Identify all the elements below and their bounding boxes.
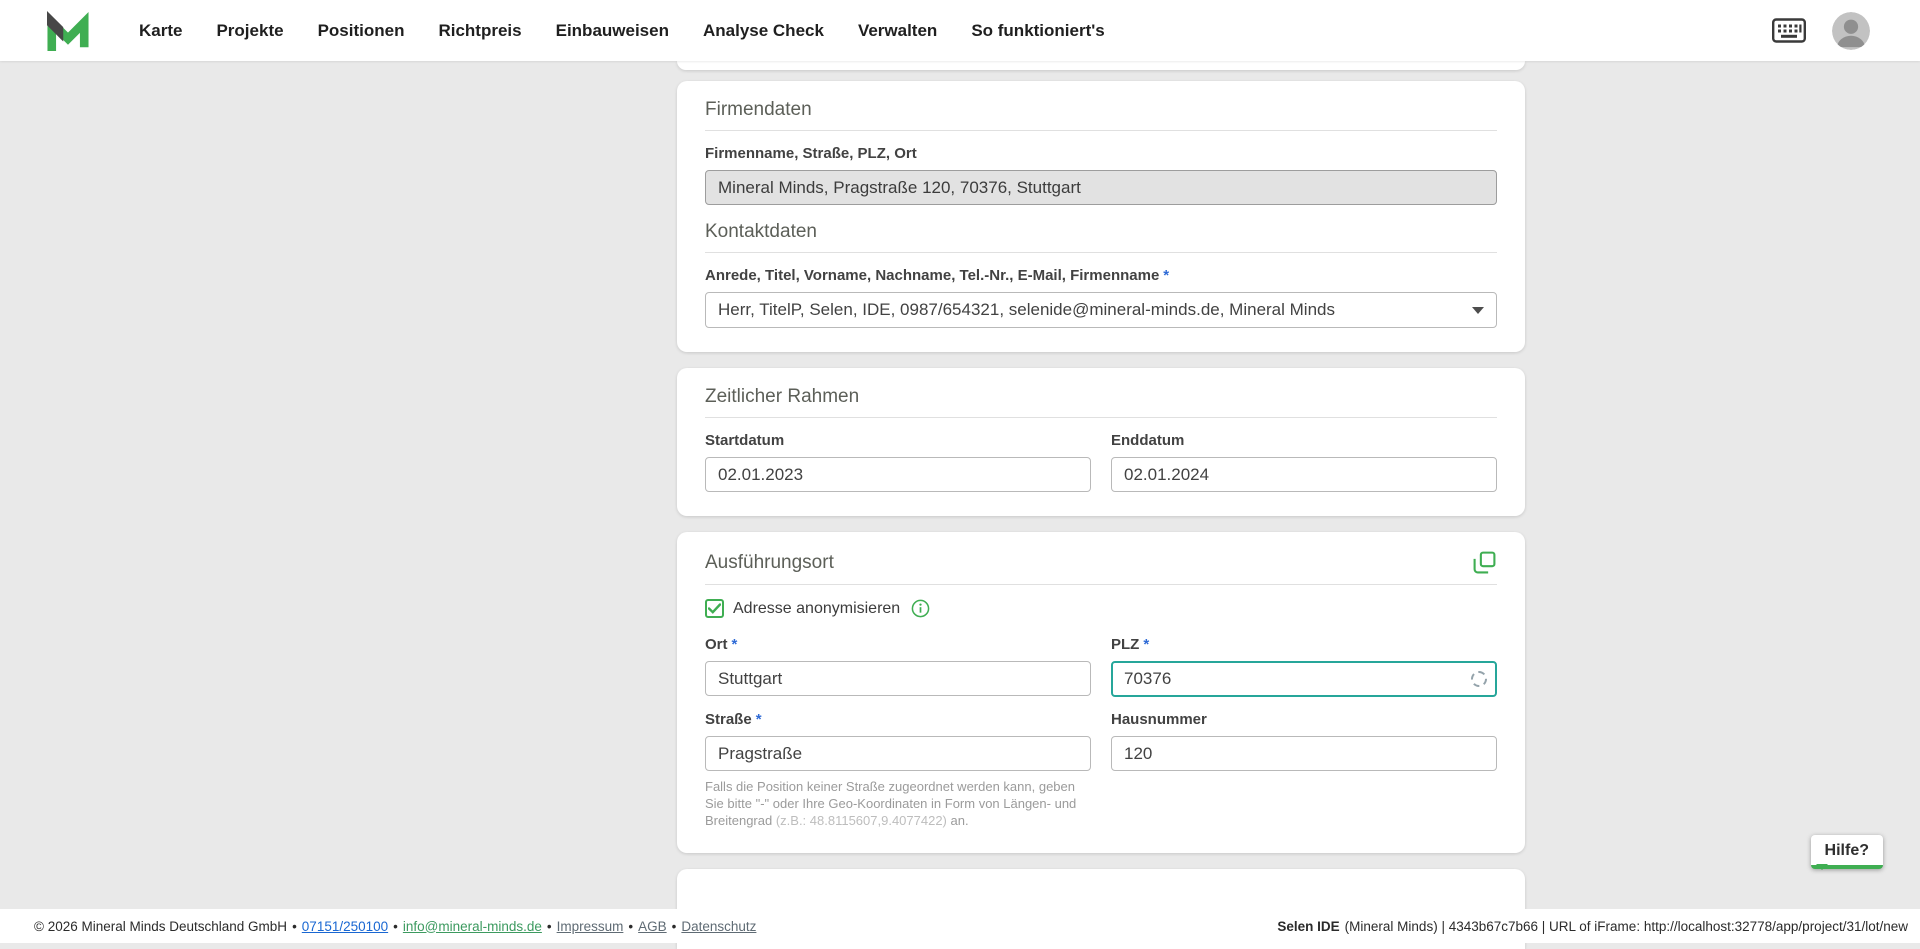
hausnummer-input[interactable] bbox=[1111, 736, 1497, 771]
footer-debug-info: Selen IDE (Mineral Minds) | 4343b67c7b66… bbox=[1277, 919, 1908, 934]
card-zeitlicher-rahmen: Zeitlicher Rahmen Startdatum Enddatum bbox=[677, 368, 1525, 516]
nav-item-richtpreis[interactable]: Richtpreis bbox=[438, 21, 521, 41]
ort-input[interactable] bbox=[705, 661, 1091, 696]
enddatum-input[interactable] bbox=[1111, 457, 1497, 492]
loading-spinner-icon bbox=[1471, 671, 1487, 687]
strasse-hint-text: Falls die Position keiner Straße zugeord… bbox=[705, 778, 1087, 829]
strasse-input[interactable] bbox=[705, 736, 1091, 771]
company-summary-label: Firmenname, Straße, PLZ, Ort bbox=[705, 145, 1497, 162]
info-icon[interactable] bbox=[911, 599, 930, 618]
mineral-minds-logo[interactable] bbox=[45, 10, 91, 52]
kontaktdaten-title: Kontaktdaten bbox=[705, 221, 1497, 253]
strasse-label: Straße * bbox=[705, 711, 1091, 728]
plz-label: PLZ * bbox=[1111, 636, 1497, 653]
top-nav-bar: Karte Projekte Positionen Richtpreis Ein… bbox=[0, 0, 1920, 61]
kontakt-label: Anrede, Titel, Vorname, Nachname, Tel.-N… bbox=[705, 267, 1497, 284]
firmendaten-title: Firmendaten bbox=[705, 99, 1497, 131]
company-summary-input bbox=[705, 170, 1497, 205]
nav-item-karte[interactable]: Karte bbox=[139, 21, 182, 41]
ort-label: Ort * bbox=[705, 636, 1091, 653]
required-asterisk: * bbox=[756, 711, 762, 728]
page-content: Firmendaten Firmenname, Straße, PLZ, Ort… bbox=[0, 61, 1920, 943]
enddatum-label: Enddatum bbox=[1111, 432, 1497, 449]
nav-item-einbauweisen[interactable]: Einbauweisen bbox=[556, 21, 669, 41]
kontakt-select-value: Herr, TitelP, Selen, IDE, 0987/654321, s… bbox=[718, 300, 1335, 320]
nav-item-analyse-check[interactable]: Analyse Check bbox=[703, 21, 824, 41]
footer-bar: © 2026 Mineral Minds Deutschland GmbH • … bbox=[0, 909, 1920, 943]
required-asterisk: * bbox=[1163, 267, 1169, 284]
card-ausfuehrungsort: Ausführungsort Adresse anonymisieren bbox=[677, 532, 1525, 853]
anonymize-checkbox[interactable] bbox=[705, 599, 724, 618]
card-partial-top bbox=[677, 61, 1525, 70]
nav-item-positionen[interactable]: Positionen bbox=[318, 21, 405, 41]
plz-input[interactable] bbox=[1111, 661, 1497, 697]
footer-email-link[interactable]: info@mineral-minds.de bbox=[403, 919, 542, 934]
startdatum-input[interactable] bbox=[705, 457, 1091, 492]
main-nav: Karte Projekte Positionen Richtpreis Ein… bbox=[139, 21, 1105, 41]
user-avatar-icon[interactable] bbox=[1832, 12, 1870, 50]
help-button[interactable]: Hilfe? bbox=[1811, 835, 1883, 869]
zeitraum-title: Zeitlicher Rahmen bbox=[705, 386, 1497, 418]
footer-agb-link[interactable]: AGB bbox=[638, 919, 667, 934]
startdatum-label: Startdatum bbox=[705, 432, 1091, 449]
hausnummer-label: Hausnummer bbox=[1111, 711, 1497, 728]
ausfuehrungsort-title: Ausführungsort bbox=[705, 552, 834, 574]
kontakt-select[interactable]: Herr, TitelP, Selen, IDE, 0987/654321, s… bbox=[705, 292, 1497, 328]
footer-phone-link[interactable]: 07151/250100 bbox=[302, 919, 388, 934]
footer-left: © 2026 Mineral Minds Deutschland GmbH • … bbox=[34, 919, 756, 934]
anonymize-label: Adresse anonymisieren bbox=[733, 600, 900, 618]
footer-datenschutz-link[interactable]: Datenschutz bbox=[681, 919, 756, 934]
chevron-down-icon bbox=[1472, 307, 1484, 314]
required-asterisk: * bbox=[732, 636, 738, 653]
copy-icon[interactable] bbox=[1472, 550, 1497, 575]
logo-icon bbox=[45, 10, 91, 52]
required-asterisk: * bbox=[1143, 636, 1149, 653]
nav-item-projekte[interactable]: Projekte bbox=[216, 21, 283, 41]
card-firmendaten: Firmendaten Firmenname, Straße, PLZ, Ort… bbox=[677, 81, 1525, 352]
nav-item-verwalten[interactable]: Verwalten bbox=[858, 21, 937, 41]
keyboard-icon[interactable] bbox=[1772, 18, 1806, 43]
nav-item-so-funktionierts[interactable]: So funktioniert's bbox=[971, 21, 1104, 41]
copyright-text: © 2026 Mineral Minds Deutschland GmbH bbox=[34, 919, 287, 934]
checkmark-icon bbox=[708, 603, 721, 614]
footer-impressum-link[interactable]: Impressum bbox=[557, 919, 624, 934]
header-actions bbox=[1772, 12, 1870, 50]
